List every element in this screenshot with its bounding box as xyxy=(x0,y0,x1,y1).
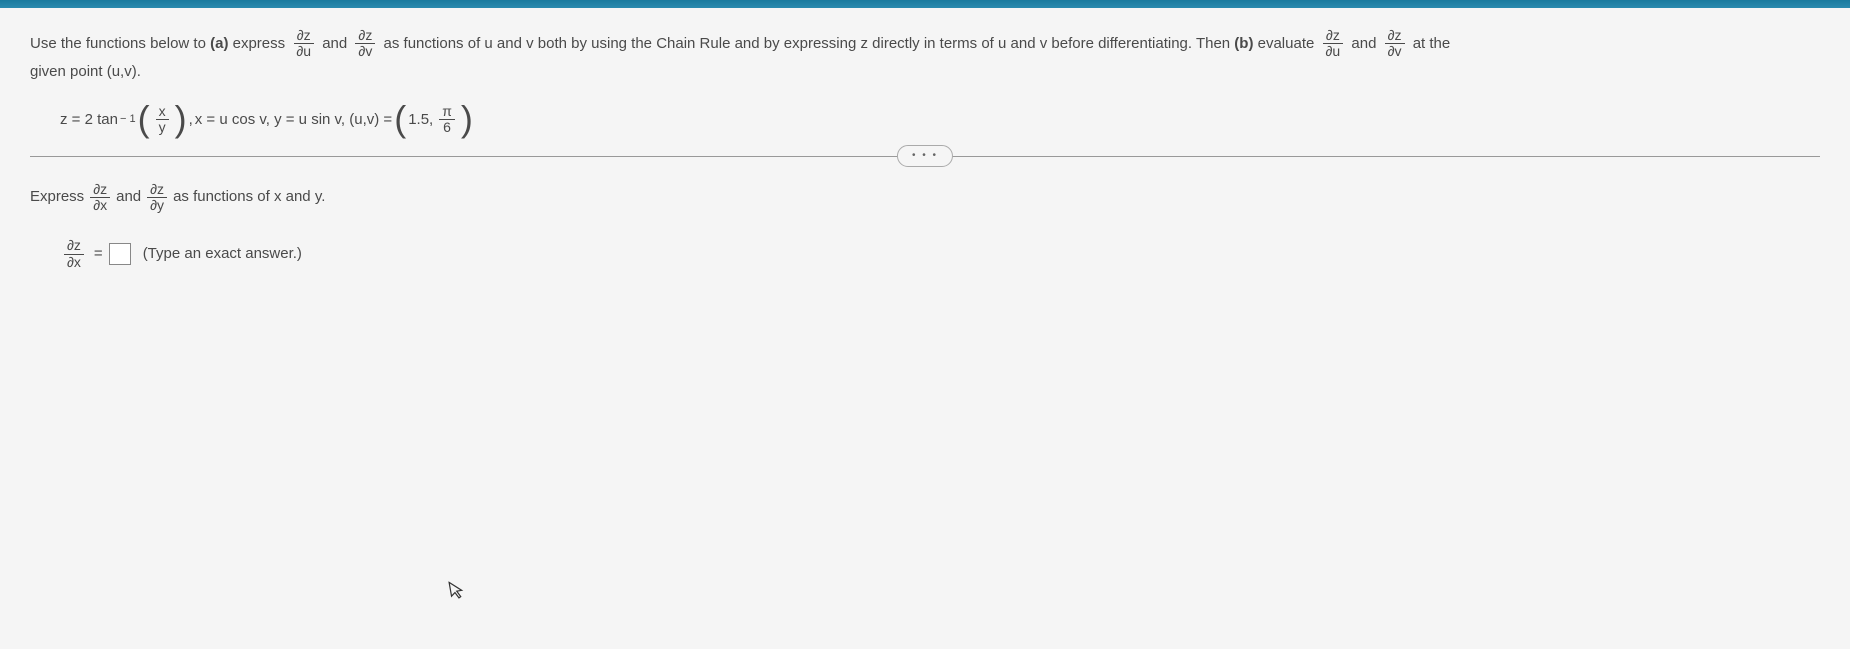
intro-text-1: Use the functions below to xyxy=(30,35,210,52)
given-point-text: given point (u,v). xyxy=(30,63,141,80)
frac-den: 6 xyxy=(440,120,454,135)
frac-den: ∂v xyxy=(355,44,375,59)
close-paren-2: ) xyxy=(461,105,473,134)
frac-den: ∂x xyxy=(64,255,84,270)
problem-statement: Use the functions below to (a) express ∂… xyxy=(30,28,1820,84)
frac-den: y xyxy=(156,120,169,135)
rest-text: as functions of x and y. xyxy=(173,185,325,209)
frac-num: ∂z xyxy=(1385,28,1405,44)
frac-num: ∂z xyxy=(355,28,375,44)
as-functions-text: as functions of u and v both by using th… xyxy=(384,35,1235,52)
frac-num: ∂z xyxy=(1323,28,1343,44)
fraction-dz-du-1: ∂z ∂u xyxy=(293,28,314,60)
frac-den: ∂v xyxy=(1385,44,1405,59)
frac-num: ∂z xyxy=(147,182,167,198)
equals-sign: = xyxy=(94,242,103,266)
fraction-dz-dy: ∂z ∂y xyxy=(147,182,167,214)
fraction-dz-dv-2: ∂z ∂v xyxy=(1385,28,1405,60)
fraction-dz-dx-answer: ∂z ∂x xyxy=(64,238,84,270)
answer-row: ∂z ∂x = (Type an exact answer.) xyxy=(60,238,1820,270)
express-text: Express xyxy=(30,185,84,209)
frac-den: ∂y xyxy=(147,198,167,213)
fraction-dz-du-2: ∂z ∂u xyxy=(1323,28,1344,60)
cursor-icon xyxy=(448,579,468,606)
evaluate-text: evaluate xyxy=(1258,35,1319,52)
frac-num: π xyxy=(439,104,455,120)
xy-definitions: x = u cos v, y = u sin v, (u,v) = xyxy=(195,108,392,132)
frac-num: ∂z xyxy=(64,238,84,254)
divider-container: • • • xyxy=(30,156,1820,157)
fraction-dz-dx: ∂z ∂x xyxy=(90,182,110,214)
answer-input[interactable] xyxy=(109,243,131,265)
superscript-neg1: − 1 xyxy=(120,111,136,129)
and-text-1: and xyxy=(322,35,351,52)
close-paren-1: ) xyxy=(175,105,187,134)
at-the-text: at the xyxy=(1413,35,1451,52)
frac-num: ∂z xyxy=(90,182,110,198)
frac-den: ∂u xyxy=(293,44,314,59)
uv-value-1: 1.5, xyxy=(408,108,433,132)
answer-hint: (Type an exact answer.) xyxy=(143,242,302,266)
z-equals: z = 2 tan xyxy=(60,108,118,132)
and-text-2: and xyxy=(1351,35,1380,52)
fraction-dz-dv-1: ∂z ∂v xyxy=(355,28,375,60)
intro-express: express xyxy=(233,35,290,52)
open-paren-1: ( xyxy=(138,105,150,134)
fraction-x-over-y: x y xyxy=(156,104,169,136)
equation-definition: z = 2 tan − 1 ( x y ) , x = u cos v, y =… xyxy=(60,104,1820,136)
comma-sep: , xyxy=(189,108,193,132)
part-b-label: (b) xyxy=(1234,35,1253,52)
frac-den: ∂u xyxy=(1323,44,1344,59)
frac-num: ∂z xyxy=(294,28,314,44)
open-paren-2: ( xyxy=(394,105,406,134)
top-accent-bar xyxy=(0,0,1850,8)
and-text-3: and xyxy=(116,185,141,209)
fraction-pi-over-6: π 6 xyxy=(439,104,455,136)
frac-num: x xyxy=(156,104,169,120)
sub-prompt: Express ∂z ∂x and ∂z ∂y as functions of … xyxy=(30,182,1820,214)
problem-content: Use the functions below to (a) express ∂… xyxy=(0,8,1850,290)
expand-ellipsis-button[interactable]: • • • xyxy=(897,145,953,167)
part-a-label: (a) xyxy=(210,35,228,52)
frac-den: ∂x xyxy=(90,198,110,213)
